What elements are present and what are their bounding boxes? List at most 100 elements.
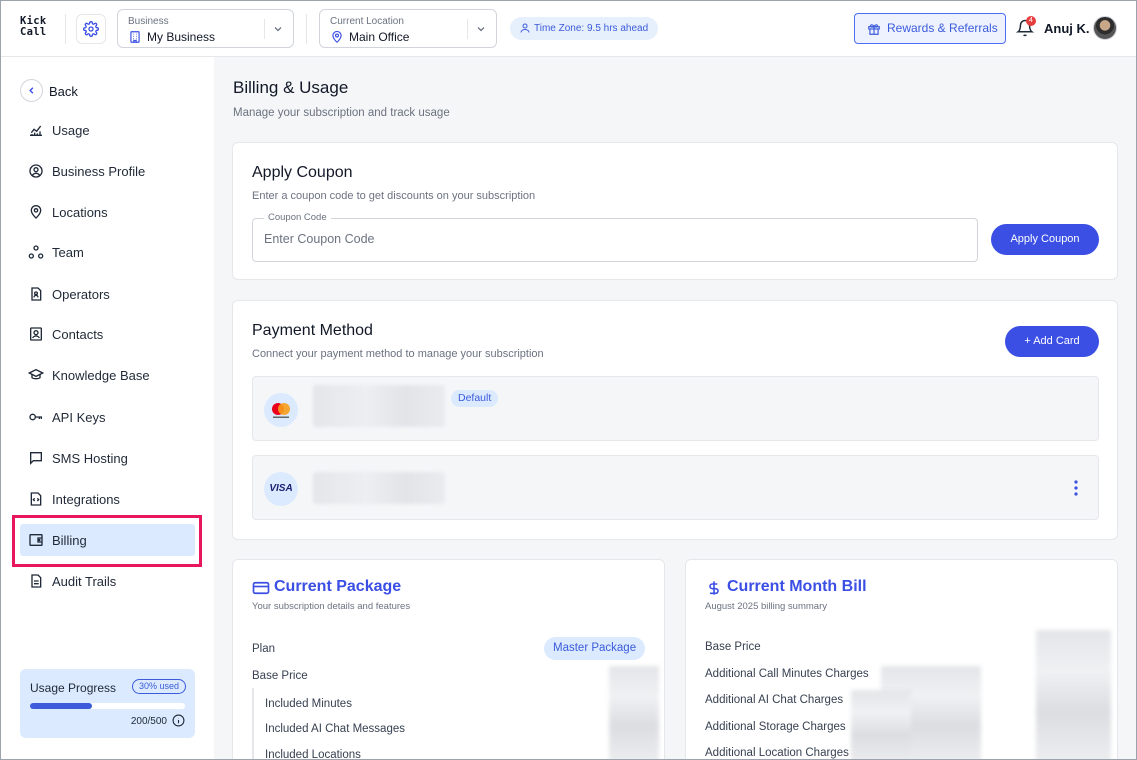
sidebar: Back Usage Business Profile Locations Te… (0, 57, 214, 760)
sidebar-item-team[interactable]: Team (20, 236, 195, 268)
user-circle-icon (29, 164, 43, 178)
select-separator (467, 19, 468, 39)
current-month-bill-card: Current Month Bill August 2025 billing s… (685, 559, 1118, 760)
usage-progress-title: Usage Progress (30, 681, 117, 695)
current-bill-subtitle: August 2025 billing summary (705, 601, 827, 612)
back-circle (20, 79, 43, 102)
sidebar-item-label: Integrations (52, 492, 120, 507)
rewards-referrals-button[interactable]: Rewards & Referrals (854, 13, 1006, 44)
feature-item: Included Locations (265, 749, 361, 760)
more-options-icon[interactable] (1074, 479, 1078, 497)
bill-row-label: Additional Location Charges (705, 747, 849, 759)
business-select-label: Business (128, 16, 169, 27)
operator-icon (31, 287, 42, 301)
sidebar-item-label: Business Profile (52, 164, 146, 179)
business-select-value: My Business (147, 30, 216, 44)
location-select-value: Main Office (349, 30, 410, 44)
bill-row-label: Additional Call Minutes Charges (705, 668, 869, 680)
settings-button[interactable] (76, 14, 106, 44)
sidebar-item-usage[interactable]: Usage (20, 114, 195, 146)
user-icon (520, 23, 530, 33)
apply-coupon-subtitle: Enter a coupon code to get discounts on … (252, 190, 536, 202)
location-select[interactable]: Current Location Main Office (319, 9, 497, 48)
mastercard-icon (264, 393, 298, 427)
usage-progress-card: Usage Progress 30% used 200/500 (20, 669, 195, 738)
current-bill-title-text: Current Month Bill (727, 578, 867, 595)
payment-method-title: Payment Method (252, 322, 373, 339)
app-logo[interactable]: Kick Call (20, 16, 50, 38)
payment-method-subtitle: Connect your payment method to manage yo… (252, 348, 544, 360)
feature-item: Included Minutes (265, 698, 352, 710)
sidebar-item-label: Contacts (52, 327, 104, 342)
mastercard-logo (272, 403, 290, 418)
plan-value-badge: Master Package (544, 637, 646, 660)
payment-method-card: Payment Method Connect your payment meth… (232, 300, 1118, 540)
location-select-label: Current Location (330, 16, 404, 27)
timezone-text: Time Zone: 9.5 hrs ahead (534, 23, 649, 34)
visa-icon: VISA (264, 472, 298, 506)
chevron-down-icon (274, 27, 282, 32)
current-package-title-text: Current Package (274, 578, 402, 595)
coupon-code-label: Coupon Code (264, 212, 331, 223)
logo-line-2: Call (20, 26, 47, 38)
usage-progress-bar (30, 703, 185, 709)
redacted-values (1036, 630, 1111, 760)
payment-card-row[interactable]: Default (252, 376, 1099, 441)
chart-line-icon (30, 125, 42, 136)
usage-count: 200/500 (130, 716, 167, 727)
usage-percent-badge: 30% used (131, 679, 186, 694)
graduation-cap-icon (28, 368, 44, 380)
add-card-button[interactable]: + Add Card (1005, 326, 1099, 357)
sidebar-item-operators[interactable]: Operators (20, 278, 195, 310)
avatar[interactable] (1093, 16, 1117, 40)
back-label: Back (49, 84, 78, 99)
usage-progress-fill (30, 703, 92, 709)
credit-card-icon (252, 581, 270, 595)
visa-logo-text: VISA (269, 483, 293, 494)
header-divider (65, 14, 66, 44)
sidebar-item-locations[interactable]: Locations (20, 196, 195, 228)
main-content: Billing & Usage Manage your subscription… (214, 57, 1137, 760)
contact-card-icon (30, 327, 42, 341)
sidebar-item-label: Knowledge Base (52, 368, 150, 383)
sidebar-item-contacts[interactable]: Contacts (20, 318, 195, 350)
top-header: Kick Call Business My Business Current L… (0, 0, 1137, 57)
coupon-code-field[interactable]: Coupon Code (252, 212, 978, 262)
sidebar-item-api-keys[interactable]: API Keys (20, 401, 195, 433)
plan-label: Plan (252, 643, 276, 655)
header-divider (306, 14, 307, 44)
sidebar-item-label: Usage (52, 123, 90, 138)
sidebar-item-label: Audit Trails (52, 574, 117, 589)
sidebar-item-audit-trails[interactable]: Audit Trails (20, 565, 195, 597)
info-icon[interactable] (172, 714, 185, 727)
notification-badge: 4 (1026, 16, 1036, 26)
sidebar-item-knowledge-base[interactable]: Knowledge Base (20, 359, 195, 391)
sidebar-item-integrations[interactable]: Integrations (20, 483, 195, 515)
base-price-label: Base Price (252, 670, 308, 682)
sidebar-item-label: Locations (52, 205, 108, 220)
bill-row-label: Additional Storage Charges (705, 721, 846, 733)
coupon-code-input[interactable] (264, 232, 964, 246)
timezone-badge: Time Zone: 9.5 hrs ahead (510, 17, 659, 40)
apply-coupon-title: Apply Coupon (252, 164, 353, 181)
select-separator (264, 19, 265, 39)
business-select[interactable]: Business My Business (117, 9, 294, 48)
redacted-values (851, 690, 911, 760)
message-icon (30, 452, 42, 465)
sidebar-item-label: API Keys (52, 410, 106, 425)
chevron-left-icon (29, 87, 34, 94)
sidebar-item-sms-hosting[interactable]: SMS Hosting (20, 442, 195, 474)
user-name[interactable]: Anuj K. (1044, 21, 1090, 36)
sidebar-item-label: SMS Hosting (52, 451, 128, 466)
payment-card-row[interactable]: VISA (252, 455, 1099, 520)
current-package-subtitle: Your subscription details and features (252, 601, 411, 612)
document-icon (31, 574, 42, 588)
team-icon (28, 245, 44, 259)
sidebar-item-business-profile[interactable]: Business Profile (20, 155, 195, 187)
features-divider (252, 688, 254, 760)
map-pin-icon (30, 205, 42, 219)
apply-coupon-button[interactable]: Apply Coupon (991, 224, 1099, 255)
building-icon (130, 31, 140, 43)
apply-coupon-card: Apply Coupon Enter a coupon code to get … (232, 142, 1118, 280)
sidebar-item-label: Team (52, 245, 84, 260)
